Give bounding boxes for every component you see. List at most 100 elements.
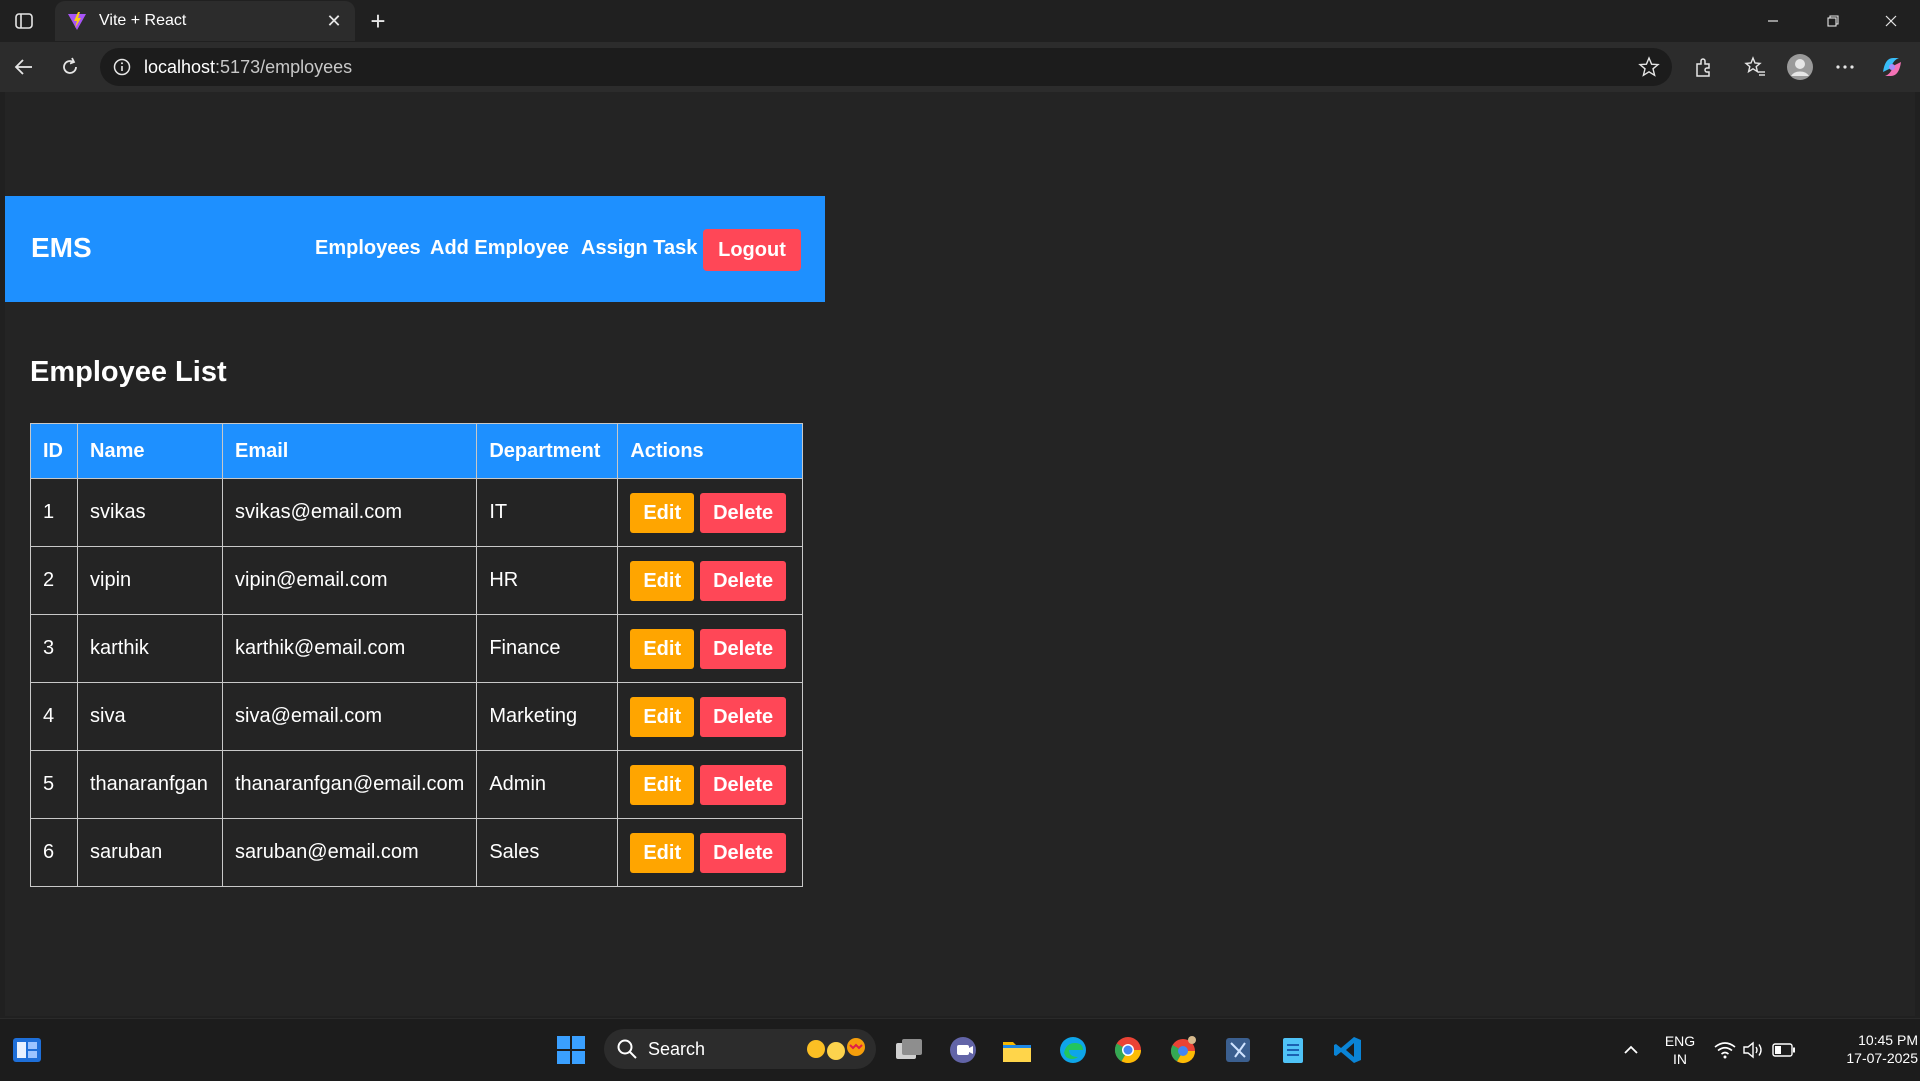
- vite-logo-icon: [67, 11, 87, 31]
- minimize-icon[interactable]: [1758, 8, 1788, 34]
- refresh-icon[interactable]: [56, 53, 84, 81]
- file-explorer-icon[interactable]: [1000, 1033, 1034, 1067]
- widgets-icon[interactable]: [10, 1033, 44, 1067]
- cell-email: karthik@email.com: [221, 614, 478, 683]
- site-info-icon[interactable]: [112, 57, 132, 77]
- close-tab-icon[interactable]: ✕: [323, 10, 345, 32]
- cell-id: 6: [30, 818, 78, 887]
- cell-department: HR: [476, 546, 619, 615]
- browser-tab-active[interactable]: Vite + React ✕: [55, 1, 355, 41]
- clock-date: 17-07-2025: [1846, 1050, 1918, 1066]
- vscode-icon[interactable]: [1331, 1033, 1365, 1067]
- url-host: localhost: [144, 56, 216, 77]
- notepad-icon[interactable]: [1276, 1033, 1310, 1067]
- page-title: Employee List: [30, 356, 227, 388]
- cell-actions: Edit Delete: [617, 818, 804, 887]
- logout-button[interactable]: Logout: [703, 229, 801, 271]
- search-icon: [616, 1038, 638, 1060]
- snipping-tool-icon[interactable]: [1221, 1033, 1255, 1067]
- delete-button[interactable]: Delete: [700, 764, 787, 805]
- show-hidden-icons-chevron-icon[interactable]: [1616, 1033, 1646, 1067]
- region-code: IN: [1673, 1051, 1687, 1067]
- app-brand[interactable]: EMS: [31, 232, 92, 264]
- cell-email: saruban@email.com: [221, 818, 478, 887]
- chrome-browser-icon[interactable]: [1111, 1033, 1145, 1067]
- chrome-profile-icon[interactable]: [1166, 1033, 1200, 1067]
- language-code: ENG: [1664, 1033, 1696, 1049]
- copilot-icon[interactable]: [1878, 53, 1906, 81]
- table-row: 1 svikas svikas@email.com IT Edit Delete: [30, 478, 804, 547]
- url-text[interactable]: localhost:5173/employees: [144, 57, 352, 78]
- cell-actions: Edit Delete: [617, 750, 804, 819]
- table-row: 5 thanaranfgan thanaranfgan@email.com Ad…: [30, 750, 804, 819]
- table-row: 2 vipin vipin@email.com HR Edit Delete: [30, 546, 804, 615]
- favorites-icon[interactable]: [1741, 53, 1769, 81]
- cell-email: vipin@email.com: [221, 546, 478, 615]
- edit-button[interactable]: Edit: [630, 492, 695, 533]
- cell-department: Sales: [476, 818, 619, 887]
- app-navbar: EMS Employees Add Employee Assign Task L…: [5, 196, 825, 302]
- new-tab-button[interactable]: +: [365, 8, 391, 34]
- delete-button[interactable]: Delete: [700, 696, 787, 737]
- delete-button[interactable]: Delete: [700, 628, 787, 669]
- table-row: 3 karthik karthik@email.com Finance Edit…: [30, 614, 804, 683]
- cell-name: siva: [77, 682, 223, 751]
- address-bar[interactable]: localhost:5173/employees: [100, 48, 1672, 86]
- emoji-highlight-icon: [802, 1035, 870, 1063]
- delete-button[interactable]: Delete: [700, 560, 787, 601]
- table-row: 4 siva siva@email.com Marketing Edit Dele…: [30, 682, 804, 751]
- cell-email: svikas@email.com: [221, 478, 478, 547]
- edit-button[interactable]: Edit: [630, 764, 695, 805]
- column-header-email: Email: [221, 423, 478, 479]
- more-options-icon[interactable]: [1831, 53, 1859, 81]
- edit-button[interactable]: Edit: [630, 628, 695, 669]
- cell-actions: Edit Delete: [617, 682, 804, 751]
- taskbar-search-box[interactable]: Search: [604, 1029, 876, 1069]
- cell-id: 2: [30, 546, 78, 615]
- windows-start-icon[interactable]: [554, 1033, 588, 1067]
- teams-chat-icon[interactable]: [946, 1033, 980, 1067]
- nav-link-assign-task[interactable]: Assign Task: [581, 237, 697, 260]
- close-window-icon[interactable]: [1876, 8, 1906, 34]
- delete-button[interactable]: Delete: [700, 832, 787, 873]
- extensions-icon[interactable]: [1690, 53, 1718, 81]
- browser-titlebar: Vite + React ✕ +: [0, 0, 1920, 42]
- cell-id: 3: [30, 614, 78, 683]
- language-indicator[interactable]: ENG IN: [1660, 1032, 1700, 1068]
- tab-title: Vite + React: [99, 12, 187, 29]
- column-header-department: Department: [476, 423, 619, 479]
- task-view-icon[interactable]: [892, 1033, 926, 1067]
- tab-actions-icon[interactable]: [12, 10, 36, 32]
- employee-table: ID Name Email Department Actions 1 svika…: [30, 423, 804, 887]
- edit-button[interactable]: Edit: [630, 696, 695, 737]
- cell-id: 5: [30, 750, 78, 819]
- cell-department: IT: [476, 478, 619, 547]
- browser-toolbar: localhost:5173/employees: [0, 42, 1920, 92]
- table-header-row: ID Name Email Department Actions: [30, 423, 804, 479]
- edit-button[interactable]: Edit: [630, 832, 695, 873]
- favorite-star-icon[interactable]: [1638, 56, 1660, 78]
- nav-link-add-employee[interactable]: Add Employee: [430, 237, 569, 260]
- restore-icon[interactable]: [1818, 8, 1848, 34]
- cell-department: Finance: [476, 614, 619, 683]
- delete-button[interactable]: Delete: [700, 492, 787, 533]
- battery-icon[interactable]: [1770, 1033, 1798, 1067]
- edit-button[interactable]: Edit: [630, 560, 695, 601]
- back-arrow-icon[interactable]: [10, 53, 38, 81]
- table-row: 6 saruban saruban@email.com Sales Edit De…: [30, 818, 804, 887]
- column-header-actions: Actions: [617, 423, 804, 479]
- cell-name: svikas: [77, 478, 223, 547]
- search-label: Search: [648, 1038, 706, 1059]
- wifi-icon[interactable]: [1712, 1033, 1738, 1067]
- edge-browser-icon[interactable]: [1056, 1033, 1090, 1067]
- clock[interactable]: 10:45 PM 17-07-2025: [1808, 1031, 1918, 1067]
- volume-icon[interactable]: [1740, 1033, 1766, 1067]
- cell-department: Admin: [476, 750, 619, 819]
- cell-actions: Edit Delete: [617, 478, 804, 547]
- cell-actions: Edit Delete: [617, 546, 804, 615]
- cell-name: thanaranfgan: [77, 750, 223, 819]
- column-header-name: Name: [77, 423, 223, 479]
- profile-avatar-icon[interactable]: [1786, 53, 1814, 81]
- page-viewport: EMS Employees Add Employee Assign Task L…: [5, 92, 1915, 1016]
- nav-link-employees[interactable]: Employees: [315, 237, 421, 260]
